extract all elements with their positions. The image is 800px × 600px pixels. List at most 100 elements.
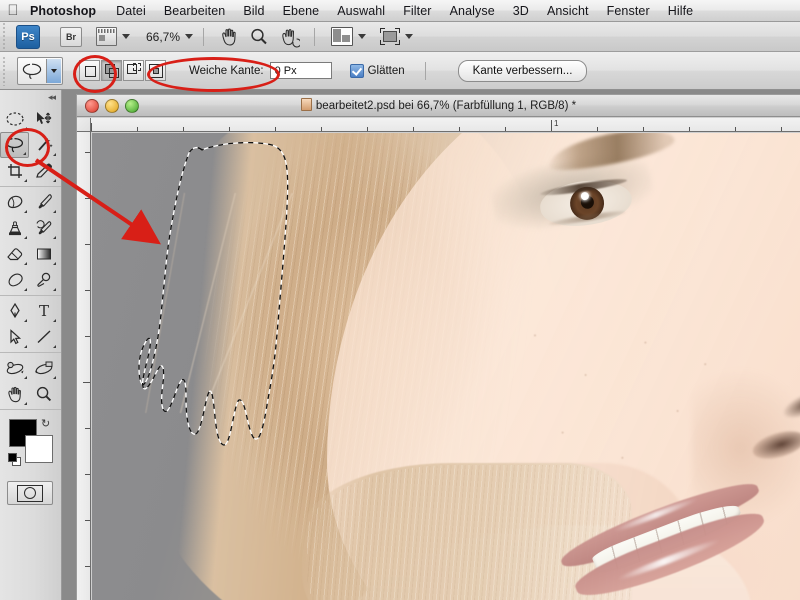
- photoshop-window:  Photoshop Datei Bearbeiten Bild Ebene …: [0, 0, 800, 600]
- menu-item-bild[interactable]: Bild: [234, 0, 273, 22]
- magnifier-icon[interactable]: [248, 26, 270, 48]
- menu-item-auswahl[interactable]: Auswahl: [328, 0, 394, 22]
- move-tool[interactable]: [29, 106, 58, 132]
- rotate-view-icon[interactable]: [278, 26, 301, 48]
- magic-wand-tool[interactable]: [29, 132, 58, 158]
- tool-flyout-indicator: [24, 402, 27, 405]
- gradient-tool[interactable]: [29, 241, 58, 267]
- 3d-rotate-tool[interactable]: [0, 355, 29, 381]
- tool-flyout-indicator: [23, 152, 26, 155]
- psd-file-icon: [300, 97, 312, 111]
- tool-flyout-indicator: [24, 262, 27, 265]
- background-color-swatch[interactable]: [25, 435, 53, 463]
- eraser-tool[interactable]: [0, 241, 29, 267]
- tool-preset-chevron-down-icon[interactable]: [46, 58, 61, 83]
- tool-group-selection: [0, 104, 61, 187]
- menu-item-ebene[interactable]: Ebene: [274, 0, 329, 22]
- eyedropper-tool[interactable]: [29, 158, 58, 184]
- photoshop-home-button[interactable]: Ps: [16, 24, 40, 49]
- close-window-button[interactable]: [85, 98, 99, 113]
- crop-tool[interactable]: [0, 158, 29, 184]
- feather-label: Weiche Kante:: [189, 64, 264, 77]
- path-selection-tool[interactable]: [0, 324, 29, 350]
- default-colors-icon[interactable]: [8, 453, 21, 466]
- screen-mode-icon[interactable]: [380, 28, 401, 45]
- swap-colors-icon[interactable]: ↻: [41, 417, 50, 430]
- document-title: bearbeitet2.psd bei 66,7% (Farbfüllung 1…: [77, 95, 800, 117]
- document-title-bar[interactable]: bearbeitet2.psd bei 66,7% (Farbfüllung 1…: [77, 95, 800, 117]
- screen-mode-chevron-down-icon[interactable]: [405, 34, 414, 39]
- arrange-chevron-down-icon[interactable]: [358, 34, 367, 39]
- healing-brush-tool[interactable]: [0, 189, 29, 215]
- 3d-orbit-camera-tool[interactable]: [29, 355, 58, 381]
- zoom-chevron-down-icon[interactable]: [185, 34, 194, 39]
- menu-item-hilfe[interactable]: Hilfe: [659, 0, 703, 22]
- menu-item-filter[interactable]: Filter: [394, 0, 440, 22]
- subtract-from-selection-button[interactable]: [123, 60, 144, 81]
- mini-bridge-icon[interactable]: [96, 27, 117, 46]
- apple-logo-icon[interactable]: : [0, 0, 26, 22]
- clone-stamp-tool[interactable]: [0, 215, 29, 241]
- tool-flyout-indicator: [24, 127, 27, 130]
- portrait-photo: [92, 133, 800, 600]
- new-selection-button[interactable]: [79, 60, 100, 81]
- selection-mode-group: [79, 60, 167, 81]
- tool-flyout-indicator: [24, 179, 27, 182]
- hand-icon[interactable]: [218, 26, 240, 48]
- add-to-selection-button[interactable]: [101, 60, 122, 81]
- line-tool[interactable]: [29, 324, 58, 350]
- tool-flyout-indicator: [53, 376, 56, 379]
- vertical-ruler[interactable]: [77, 132, 91, 600]
- hand-tool[interactable]: [0, 381, 29, 407]
- ruler-origin-corner[interactable]: [77, 118, 91, 132]
- history-brush-tool[interactable]: [29, 215, 58, 241]
- tool-flyout-indicator: [24, 236, 27, 239]
- antialias-label: Glätten: [367, 64, 405, 77]
- tool-preset-picker[interactable]: [17, 56, 63, 85]
- intersect-with-selection-button[interactable]: [145, 60, 166, 81]
- feather-input[interactable]: 0 Px: [269, 62, 332, 79]
- elliptical-marquee-tool[interactable]: [0, 106, 29, 132]
- blur-tool[interactable]: [0, 267, 29, 293]
- svg-text:T: T: [38, 302, 48, 320]
- tool-flyout-indicator: [53, 288, 56, 291]
- application-bar: Ps Br 66,7%: [0, 21, 800, 52]
- tool-flyout-indicator: [53, 236, 56, 239]
- dodge-tool[interactable]: [29, 267, 58, 293]
- antialias-checkbox[interactable]: [349, 63, 364, 78]
- lasso-tool[interactable]: [0, 132, 29, 158]
- zoom-window-button[interactable]: [125, 98, 139, 113]
- menu-item-fenster[interactable]: Fenster: [598, 0, 659, 22]
- horizontal-ruler[interactable]: 1: [77, 118, 800, 132]
- tool-flyout-indicator: [53, 179, 56, 182]
- menu-item-bearbeiten[interactable]: Bearbeiten: [155, 0, 234, 22]
- tool-flyout-indicator: [53, 262, 56, 265]
- quick-mask-icon[interactable]: [7, 481, 53, 505]
- wispy-hair-strands: [112, 193, 312, 413]
- launch-bridge-button[interactable]: Br: [60, 26, 82, 47]
- document-title-text: bearbeitet2.psd bei 66,7% (Farbfüllung 1…: [315, 99, 577, 112]
- document-window: bearbeitet2.psd bei 66,7% (Farbfüllung 1…: [76, 94, 800, 600]
- view-zoom-level: 66,7%: [146, 29, 181, 44]
- tool-group-3d-nav: [0, 353, 61, 410]
- pen-tool[interactable]: [0, 298, 29, 324]
- type-tool[interactable]: T: [29, 298, 58, 324]
- brush-tool[interactable]: [29, 189, 58, 215]
- minimize-window-button[interactable]: [105, 98, 119, 113]
- collapse-palette-button[interactable]: ◂◂: [0, 90, 61, 104]
- arrange-documents-icon[interactable]: [331, 27, 354, 46]
- zoom-tool[interactable]: [29, 381, 58, 407]
- double-chevron-left-icon: ◂◂: [47, 91, 56, 102]
- appbar-divider-2: [314, 27, 316, 46]
- menu-item-analyse[interactable]: Analyse: [441, 0, 504, 22]
- image-canvas[interactable]: [92, 133, 800, 600]
- tool-flyout-indicator: [53, 153, 56, 156]
- menu-item-photoshop[interactable]: Photoshop: [26, 0, 107, 22]
- menu-item-datei[interactable]: Datei: [107, 0, 155, 22]
- menu-item-ansicht[interactable]: Ansicht: [538, 0, 598, 22]
- menu-item-3d[interactable]: 3D: [504, 0, 538, 22]
- window-controls: [85, 98, 139, 113]
- refine-edge-button[interactable]: Kante verbessern...: [457, 59, 588, 82]
- lasso-tool-icon: [18, 59, 46, 83]
- mini-bridge-chevron-down-icon[interactable]: [122, 34, 130, 39]
